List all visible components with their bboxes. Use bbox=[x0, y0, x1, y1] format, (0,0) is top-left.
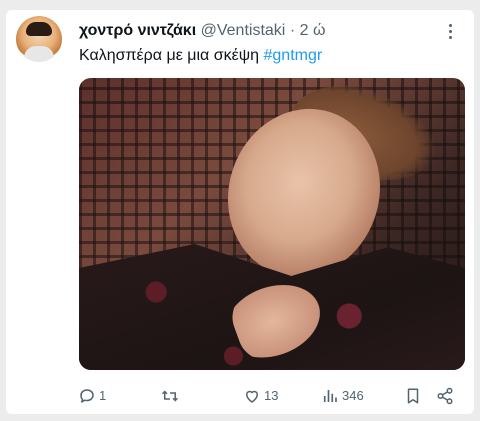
share-icon bbox=[437, 387, 453, 405]
display-name[interactable]: χοντρό νιντζάκι bbox=[79, 22, 196, 39]
handle[interactable]: @Ventistaki bbox=[201, 22, 286, 39]
separator-dot: · bbox=[289, 22, 296, 39]
heart-icon bbox=[246, 390, 258, 403]
avatar-shirt bbox=[24, 46, 54, 62]
tweet-photo[interactable] bbox=[79, 78, 465, 370]
reply-count: 1 bbox=[99, 388, 107, 403]
action-bar: 1 13 346 bbox=[78, 386, 464, 406]
bookmark-button[interactable] bbox=[404, 386, 422, 406]
more-options-icon[interactable] bbox=[448, 24, 454, 42]
tweet-header: χοντρό νιντζάκι @Ventistaki · 2 ώ bbox=[79, 22, 325, 40]
tweet-text: Καλησπέρα με μια σκέψη #gntmgr bbox=[79, 47, 322, 65]
view-count: 346 bbox=[342, 388, 364, 403]
avatar[interactable] bbox=[16, 16, 62, 62]
retweet-button[interactable] bbox=[160, 386, 183, 406]
tweet-body: Καλησπέρα με μια σκέψη bbox=[79, 47, 260, 64]
reply-icon bbox=[80, 389, 94, 403]
share-button[interactable] bbox=[436, 386, 454, 406]
like-button[interactable]: 13 bbox=[243, 386, 278, 406]
avatar-hair bbox=[26, 22, 52, 36]
timestamp[interactable]: 2 ώ bbox=[300, 22, 326, 39]
views-icon bbox=[323, 390, 337, 402]
screenshot-frame: χοντρό νιντζάκι @Ventistaki · 2 ώ Καλησπ… bbox=[0, 0, 480, 421]
retweet-icon bbox=[161, 390, 179, 402]
reply-button[interactable]: 1 bbox=[78, 386, 106, 406]
bookmark-icon bbox=[407, 388, 419, 404]
like-count: 13 bbox=[264, 388, 279, 403]
hashtag-link[interactable]: #gntmgr bbox=[264, 47, 323, 64]
views-button[interactable]: 346 bbox=[321, 386, 364, 406]
